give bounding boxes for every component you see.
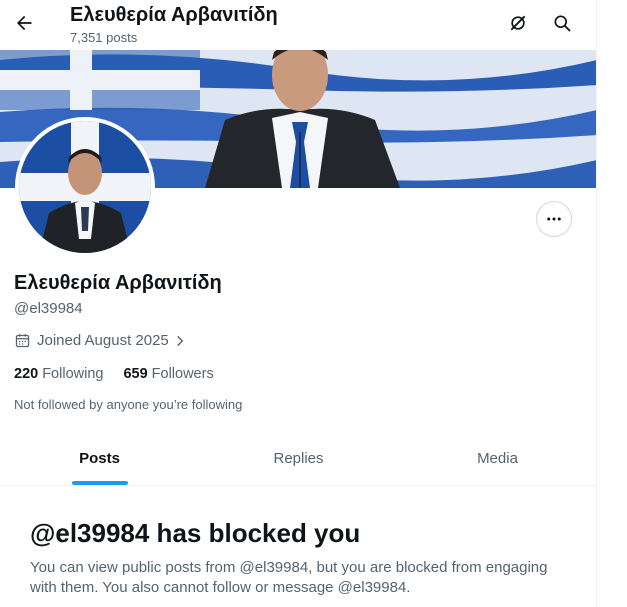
followed-by-note: Not followed by anyone you’re following xyxy=(14,397,243,412)
grok-button[interactable] xyxy=(500,5,536,41)
calendar-icon xyxy=(15,334,30,348)
search-button[interactable] xyxy=(544,5,580,41)
blocked-title: @el39984 has blocked you xyxy=(30,518,361,548)
search-icon xyxy=(554,15,571,32)
profile-tabs: Posts Replies Media xyxy=(0,432,596,486)
following-link[interactable]: 220 Following xyxy=(14,366,103,382)
post-count: 7,351 posts xyxy=(70,30,138,45)
tab-label: Posts xyxy=(79,450,120,467)
profile-column: Ελευθερία Αρβανιτίδη 7,351 posts Ελευθερ… xyxy=(0,0,597,607)
tab-media[interactable]: Media xyxy=(398,432,596,485)
profile-handle: @el39984 xyxy=(14,300,83,317)
avatar-image xyxy=(19,121,151,253)
followers-link[interactable]: 659 Followers xyxy=(123,366,213,382)
joined-label: Joined August 2025 xyxy=(37,332,169,349)
profile-avatar[interactable] xyxy=(15,117,155,257)
profile-header: Ελευθερία Αρβανιτίδη 7,351 posts xyxy=(0,0,596,50)
header-title: Ελευθερία Αρβανιτίδη xyxy=(70,4,278,26)
follow-stats: 220 Following 659 Followers xyxy=(14,366,234,382)
following-label: Following xyxy=(42,366,104,382)
joined-date[interactable]: Joined August 2025 xyxy=(14,332,193,349)
followers-count: 659 xyxy=(123,366,148,382)
chevron-right-icon xyxy=(176,335,184,346)
following-count: 220 xyxy=(14,366,39,382)
blocked-message: You can view public posts from @el39984,… xyxy=(30,559,548,596)
back-button[interactable] xyxy=(6,5,42,41)
tab-label: Media xyxy=(477,450,518,467)
more-options-button[interactable] xyxy=(536,201,572,237)
tab-replies[interactable]: Replies xyxy=(199,432,398,485)
followers-label: Followers xyxy=(151,366,214,382)
grok-icon xyxy=(510,15,526,31)
active-tab-indicator xyxy=(71,481,128,485)
profile-display-name: Ελευθερία Αρβανιτίδη xyxy=(14,272,222,294)
tab-posts[interactable]: Posts xyxy=(0,432,199,485)
more-icon xyxy=(547,217,561,221)
tab-label: Replies xyxy=(273,450,324,467)
arrow-left-icon xyxy=(17,15,32,31)
